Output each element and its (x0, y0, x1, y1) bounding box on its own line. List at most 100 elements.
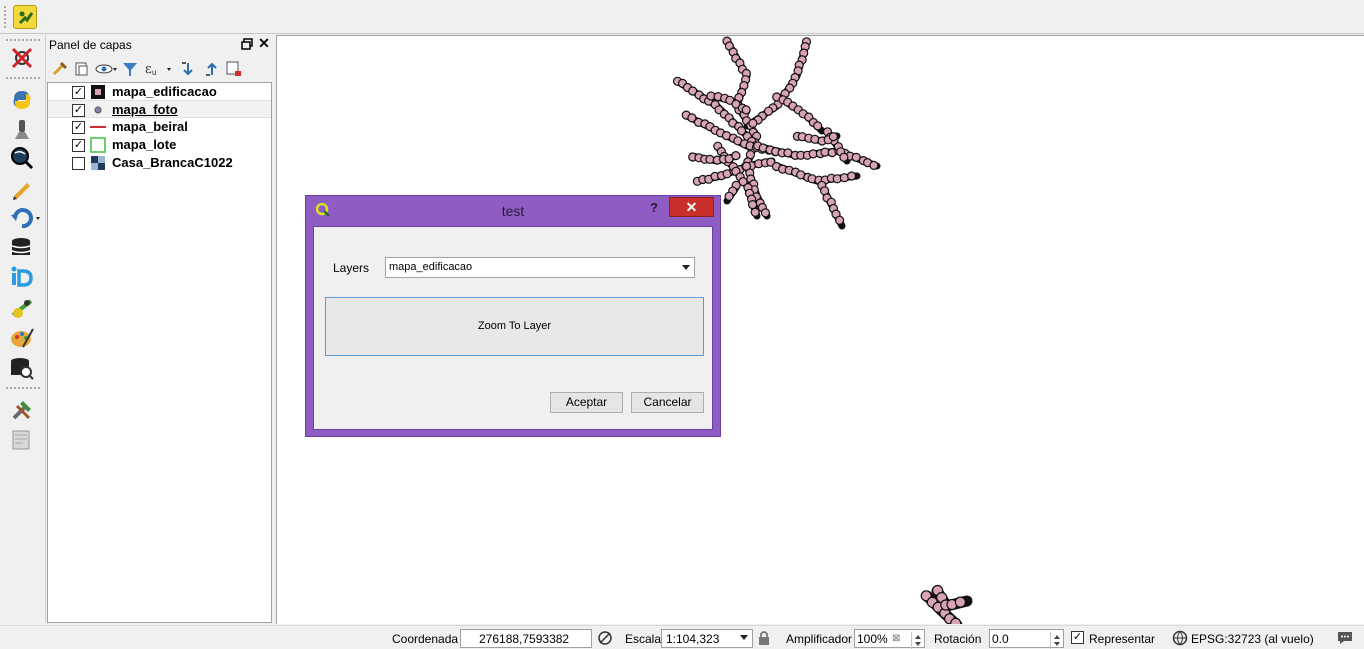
processing-remove-icon[interactable] (9, 45, 37, 71)
layer-row-mapa-lote[interactable]: ✓ mapa_lote (48, 136, 271, 154)
layer-row-casa-branca[interactable]: Casa_BrancaC1022 (48, 154, 271, 172)
tools-icon[interactable] (9, 397, 37, 423)
close-panel-icon[interactable]: ✕ (257, 36, 271, 50)
coordinate-label: Coordenada (392, 632, 459, 646)
magnifier-field[interactable]: 100% ⊠ (854, 629, 925, 649)
layer-name: Casa_BrancaC1022 (112, 155, 233, 170)
magnifier-value: 100% (857, 632, 888, 646)
layer-name: mapa_edificacao (112, 84, 217, 99)
feature-point (760, 208, 770, 218)
feature-point (839, 152, 849, 162)
layer-tree: ✓ mapa_edificacao ✓ mapa_foto ✓ mapa_bei… (47, 82, 272, 623)
plugin-icon (18, 11, 34, 25)
feature-point (705, 154, 715, 165)
layer-row-mapa-edificacao[interactable]: ✓ mapa_edificacao (48, 83, 271, 101)
render-label: Representar (1089, 632, 1156, 646)
magnifier-spinner[interactable] (911, 632, 924, 649)
coordinate-field[interactable]: 276188,7593382 (460, 629, 592, 648)
expand-all-icon[interactable] (179, 60, 197, 78)
layer-visibility-checkbox[interactable]: ✓ (72, 121, 85, 134)
svg-text:u: u (152, 68, 156, 77)
edit-pencil-icon[interactable] (9, 175, 37, 201)
layers-label: Layers (333, 261, 370, 275)
dialog-title-bar[interactable]: test ? ✕ (306, 196, 720, 224)
scale-select[interactable]: 1:104,323 (661, 629, 753, 648)
left-toolbar (0, 35, 46, 623)
feature-point (748, 118, 758, 128)
rotation-value: 0.0 (992, 632, 1009, 646)
line-symbol-icon (90, 119, 106, 135)
feature-point (750, 207, 760, 217)
plugin-button[interactable] (13, 5, 37, 29)
database-manager-icon[interactable] (9, 235, 37, 261)
visibility-eye-icon[interactable] (95, 60, 117, 78)
add-group-icon[interactable] (73, 60, 91, 78)
feature-point (954, 596, 967, 608)
gps-icon[interactable] (9, 295, 37, 321)
layer-name: mapa_foto (112, 102, 178, 117)
chevron-down-icon (682, 265, 690, 270)
magnifier-label: Amplificador (786, 632, 853, 646)
status-bar: Coordenada 276188,7593382 Escala 1:104,3… (0, 625, 1364, 649)
close-button[interactable]: ✕ (669, 197, 714, 217)
style-brush-icon[interactable] (51, 60, 69, 78)
scale-value: 1:104,323 (666, 632, 720, 646)
clear-icon[interactable]: ⊠ (892, 633, 900, 644)
feature-point (834, 215, 845, 225)
messages-icon[interactable] (1336, 630, 1354, 649)
layers-panel-toolbar: εu (49, 57, 271, 81)
rotation-spinner[interactable] (1050, 632, 1063, 649)
python-icon[interactable] (9, 87, 37, 113)
mouse-coordinate-toggle-icon[interactable] (596, 629, 614, 649)
help-button[interactable]: ? (650, 200, 658, 215)
float-panel-icon[interactable] (241, 38, 253, 50)
feature-point (741, 105, 751, 115)
toolbar-separator (6, 387, 40, 389)
feature-point (869, 160, 879, 170)
database-search-icon[interactable] (9, 355, 37, 381)
globe-search-icon[interactable] (9, 145, 37, 171)
layer-visibility-checkbox[interactable]: ✓ (72, 139, 85, 152)
pin-icon[interactable] (9, 117, 37, 143)
feature-point (950, 617, 962, 624)
polygon-fill-icon (90, 84, 106, 100)
remove-layer-icon[interactable] (225, 60, 243, 78)
id-editor-icon[interactable] (9, 265, 37, 291)
polygon-outline-icon (90, 137, 106, 153)
undo-icon[interactable] (9, 205, 40, 231)
layer-select[interactable]: mapa_edificacao (385, 257, 695, 278)
feature-point (828, 131, 839, 142)
layer-name: mapa_beiral (112, 119, 188, 134)
layers-panel: Panel de capas ✕ εu ✓ mapa_edificacao ✓ … (47, 35, 273, 624)
layer-visibility-checkbox[interactable]: ✓ (72, 104, 85, 117)
render-checkbox[interactable]: ✓ (1071, 631, 1084, 644)
feature-point (731, 150, 741, 161)
svg-text:ε: ε (145, 62, 152, 77)
layer-visibility-checkbox[interactable]: ✓ (72, 86, 85, 99)
toolbar-grip[interactable] (6, 39, 40, 41)
ok-button[interactable]: Aceptar (550, 392, 623, 413)
paint-palette-icon[interactable] (9, 325, 37, 351)
test-dialog: test ? ✕ Layers mapa_edificacao Zoom To … (305, 195, 721, 437)
qgis-window: Panel de capas ✕ εu ✓ mapa_edificacao ✓ … (0, 0, 1364, 649)
layer-visibility-checkbox[interactable] (72, 157, 85, 170)
layer-row-mapa-foto[interactable]: ✓ mapa_foto (48, 100, 271, 118)
feature-point (724, 191, 734, 201)
dialog-body: Layers mapa_edificacao Zoom To Layer Ace… (313, 226, 713, 430)
zoom-to-layer-button[interactable]: Zoom To Layer (325, 297, 704, 356)
collapse-all-icon[interactable] (203, 60, 221, 78)
layer-select-value: mapa_edificacao (389, 261, 473, 273)
rotation-field[interactable]: 0.0 (989, 629, 1064, 649)
layer-row-mapa-beiral[interactable]: ✓ mapa_beiral (48, 118, 271, 136)
crs-label[interactable]: EPSG:32723 (al vuelo) (1191, 632, 1314, 646)
layer-name: mapa_lote (112, 137, 177, 152)
feature-point (846, 171, 857, 181)
crs-globe-icon[interactable] (1172, 630, 1188, 649)
lock-icon[interactable] (758, 630, 770, 649)
toolbar-grip[interactable] (4, 6, 8, 28)
point-marker-icon (90, 102, 106, 118)
filter-icon[interactable] (121, 60, 139, 78)
expression-filter-icon[interactable]: εu (143, 60, 171, 78)
cancel-button[interactable]: Cancelar (631, 392, 704, 413)
map-sheet-icon[interactable] (9, 427, 37, 453)
